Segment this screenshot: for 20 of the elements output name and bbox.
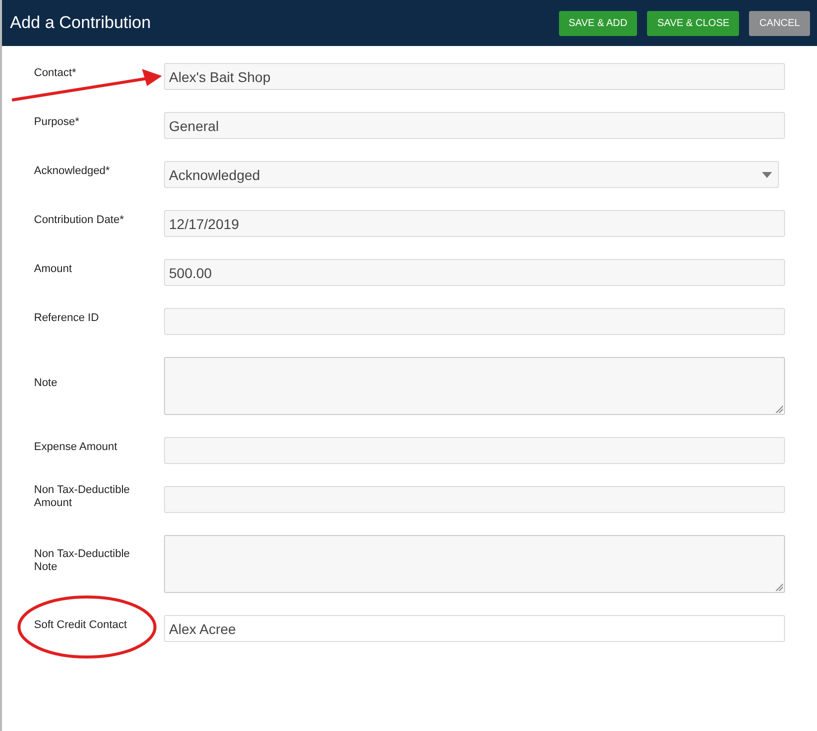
window-title: Add a Contribution — [10, 13, 151, 33]
field-label: Acknowledged* — [34, 165, 111, 178]
input-field[interactable]: 500.00 — [164, 259, 785, 286]
field-label: Non Tax-Deductible Amount — [34, 484, 131, 510]
input-field[interactable]: Alex Acree — [164, 615, 785, 642]
field-label: Contribution Date* — [34, 214, 125, 227]
save-button[interactable]: SAVE & CLOSE — [647, 10, 740, 36]
field-label: Non Tax-Deductible Note — [34, 548, 131, 574]
input-field[interactable]: Alex's Bait Shop — [164, 63, 785, 90]
field-label: Expense Amount — [34, 441, 118, 454]
field-label: Reference ID — [34, 312, 100, 325]
field-label: Soft Credit Contact — [34, 619, 128, 632]
field-label: Contact* — [34, 67, 78, 80]
save-button[interactable]: SAVE & ADD — [558, 10, 638, 36]
field-label: Amount — [34, 263, 73, 276]
input-field[interactable]: 12/17/2019 — [164, 210, 785, 237]
field-label: Note — [34, 376, 58, 390]
dropdown-field[interactable]: Acknowledged — [164, 161, 779, 188]
field-label: Purpose* — [34, 116, 80, 129]
input-field[interactable]: General — [164, 112, 785, 139]
